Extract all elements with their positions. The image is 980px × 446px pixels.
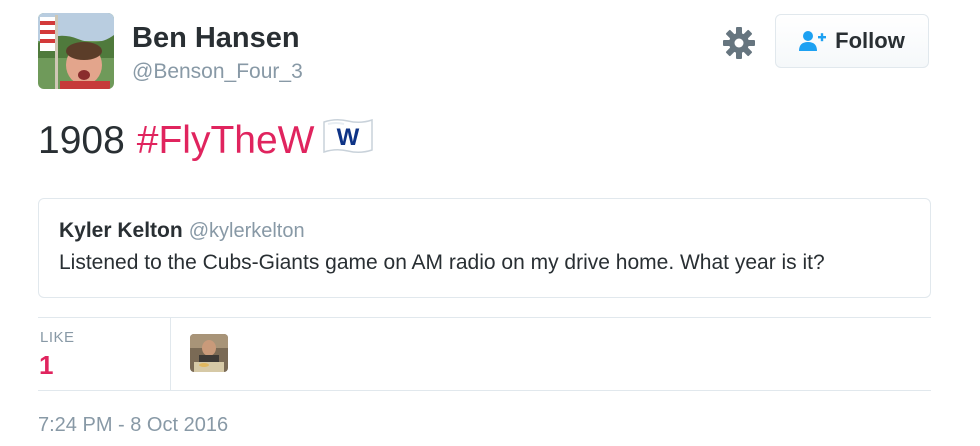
gear-icon[interactable] [722,26,756,60]
quoted-tweet-header: Kyler Kelton @kylerkelton [59,219,910,243]
tweet-timestamp[interactable]: 7:24 PM - 8 Oct 2016 [38,414,228,437]
follow-button-label: Follow [835,28,905,53]
quoted-author-handle: @kylerkelton [188,220,305,242]
divider-top [38,317,931,318]
author-avatar-image [38,13,114,89]
w-flag-icon: W [322,118,374,164]
hashtag-link[interactable]: #FlyTheW [137,119,315,163]
quoted-author-name: Kyler Kelton [59,219,183,242]
author-avatar[interactable] [38,13,114,89]
divider-bottom [38,390,931,391]
like-count[interactable]: 1 [39,350,53,381]
liker-avatar[interactable] [190,334,228,372]
liker-avatar-image [190,334,228,372]
stats-divider [170,318,171,390]
quoted-tweet-text: Listened to the Cubs-Giants game on AM r… [59,251,825,274]
like-label: LIKE [40,329,75,346]
tweet-text: 1908 #FlyTheW W [38,118,374,164]
follow-button[interactable]: Follow [775,14,929,68]
author-handle[interactable]: @Benson_Four_3 [132,60,303,84]
quoted-tweet[interactable]: Kyler Kelton @kylerkelton Listened to the… [38,198,931,298]
svg-text:W: W [337,124,360,151]
author-name[interactable]: Ben Hansen [132,22,300,55]
add-user-icon [799,31,827,51]
tweet-year: 1908 [38,119,125,162]
